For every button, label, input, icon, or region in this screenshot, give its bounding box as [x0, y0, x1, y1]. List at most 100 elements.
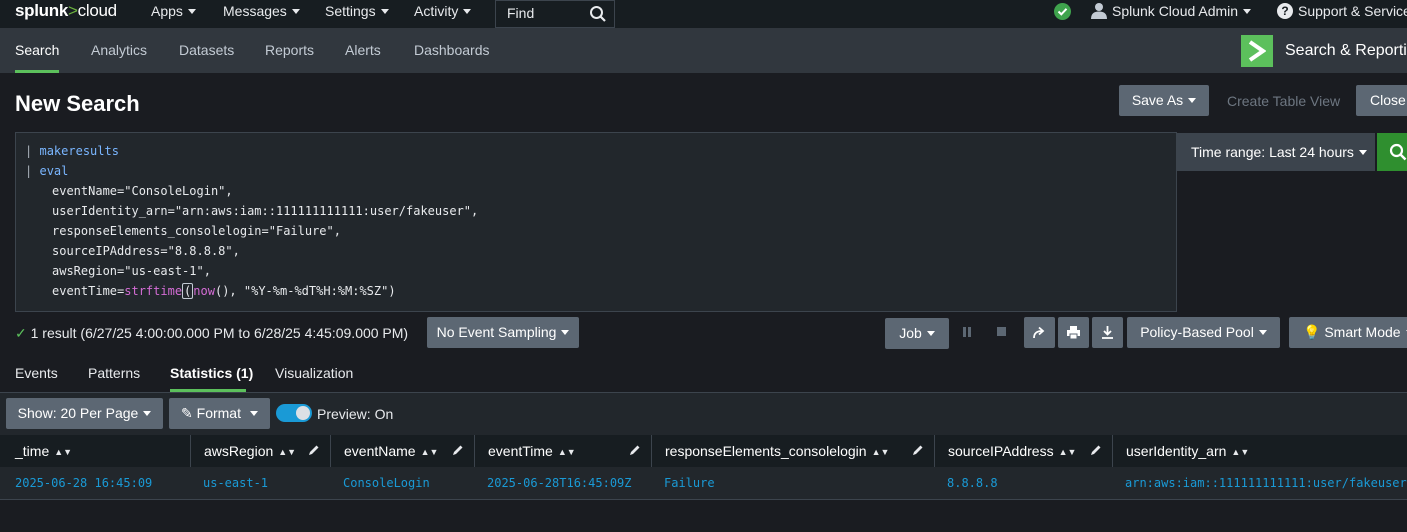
brush-icon: ✎: [181, 405, 193, 421]
nav-tab-reports[interactable]: Reports: [265, 42, 314, 58]
tab-statistics[interactable]: Statistics (1): [170, 365, 253, 381]
settings-menu[interactable]: Settings: [325, 3, 389, 19]
support-menu[interactable]: Support & Services: [1298, 3, 1407, 19]
query-line-4: userIdentity_arn="arn:aws:iam::111111111…: [52, 204, 479, 218]
nav-tab-datasets[interactable]: Datasets: [179, 42, 234, 58]
stats-table-header: _time ▲▼ awsRegion ▲▼ eventName ▲▼ eventTim…: [0, 435, 1407, 467]
chevron-down-icon: [1188, 98, 1197, 103]
policy-pool-dropdown[interactable]: Policy-Based Pool: [1127, 317, 1280, 348]
print-icon: [1067, 326, 1080, 340]
user-menu[interactable]: Splunk Cloud Admin: [1112, 3, 1252, 19]
sort-icon: ▲▼: [420, 447, 439, 457]
nav-tab-dashboards[interactable]: Dashboards: [414, 42, 490, 58]
search-icon: [1389, 143, 1407, 161]
activity-menu[interactable]: Activity: [414, 3, 472, 19]
chevron-down-icon: [1243, 9, 1252, 14]
cell-eventname[interactable]: ConsoleLogin: [343, 476, 430, 490]
nav-tab-search[interactable]: Search: [15, 42, 59, 58]
sort-icon: ▲▼: [54, 447, 73, 457]
check-icon: ✓: [15, 325, 27, 341]
splunk-cloud-logo[interactable]: splunk>cloud: [15, 1, 117, 21]
page-title: New Search: [15, 91, 140, 116]
event-sampling-dropdown[interactable]: No Event Sampling: [427, 317, 579, 348]
search-mode-dropdown[interactable]: 💡 Smart Mode: [1289, 317, 1407, 348]
pencil-icon[interactable]: [308, 444, 320, 456]
query-line-2: eval: [39, 164, 69, 178]
lightbulb-icon: 💡: [1303, 324, 1321, 340]
close-button[interactable]: Close: [1356, 85, 1407, 116]
job-menu[interactable]: Job: [885, 318, 949, 349]
preview-toggle[interactable]: [276, 404, 312, 422]
result-summary: ✓ 1 result (6/27/25 4:00:00.000 PM to 6/…: [15, 325, 409, 341]
tab-visualization[interactable]: Visualization: [275, 365, 353, 381]
chevron-down-icon: [249, 411, 258, 416]
column-header-awsregion[interactable]: awsRegion ▲▼: [191, 435, 331, 467]
column-header-sourceip[interactable]: sourceIPAddress ▲▼: [935, 435, 1113, 467]
cell-eventtime[interactable]: 2025-06-28T16:45:09Z: [487, 476, 632, 490]
tab-patterns[interactable]: Patterns: [88, 365, 140, 381]
nav-tab-alerts[interactable]: Alerts: [345, 42, 381, 58]
help-icon: ?: [1277, 3, 1293, 19]
column-header-time[interactable]: _time ▲▼: [0, 435, 191, 467]
cell-awsregion[interactable]: us-east-1: [203, 476, 268, 490]
messages-menu[interactable]: Messages: [223, 3, 300, 19]
apps-menu[interactable]: Apps: [151, 3, 196, 19]
pencil-icon[interactable]: [629, 444, 641, 456]
column-header-eventname[interactable]: eventName ▲▼: [331, 435, 475, 467]
cell-useridentity[interactable]: arn:aws:iam::111111111111:user/fakeuser: [1125, 476, 1407, 490]
sort-icon: ▲▼: [278, 447, 297, 457]
run-search-button[interactable]: [1377, 133, 1407, 171]
sort-icon: ▲▼: [1058, 447, 1077, 457]
print-button[interactable]: [1058, 317, 1089, 348]
query-line-5: responseElements_consolelogin="Failure",: [52, 224, 341, 238]
find-input[interactable]: Find: [495, 0, 615, 28]
column-header-responseelements[interactable]: responseElements_consolelogin ▲▼: [652, 435, 935, 467]
time-range-picker[interactable]: Time range: Last 24 hours: [1177, 133, 1375, 171]
cell-time[interactable]: 2025-06-28 16:45:09: [15, 476, 152, 490]
column-header-eventtime[interactable]: eventTime ▲▼: [475, 435, 652, 467]
sort-icon: ▲▼: [1231, 447, 1250, 457]
chevron-down-icon: [926, 331, 935, 336]
pause-icon[interactable]: [962, 326, 972, 338]
search-icon: [590, 6, 606, 22]
query-line-3: eventName="ConsoleLogin",: [52, 184, 233, 198]
format-dropdown[interactable]: ✎ Format: [169, 398, 270, 429]
chevron-down-icon: [1358, 150, 1367, 155]
export-button[interactable]: [1092, 317, 1123, 348]
health-status-icon[interactable]: [1054, 3, 1071, 20]
chevron-down-icon: [463, 9, 472, 14]
chevron-down-icon: [291, 9, 300, 14]
pencil-icon[interactable]: [452, 444, 464, 456]
pencil-icon[interactable]: [1090, 444, 1102, 456]
cell-sourceip[interactable]: 8.8.8.8: [947, 476, 998, 490]
stop-icon[interactable]: [996, 326, 1007, 337]
query-line-8: eventTime=strftime(now(), "%Y-%m-%dT%H:%…: [52, 283, 396, 299]
search-query-editor[interactable]: | makeresults | eval eventName="ConsoleL…: [15, 132, 1177, 312]
column-header-useridentity[interactable]: userIdentity_arn ▲▼: [1113, 435, 1407, 467]
chevron-down-icon: [561, 330, 570, 335]
create-table-view-link[interactable]: Create Table View: [1227, 93, 1340, 109]
sort-icon: ▲▼: [557, 447, 576, 457]
chevron-down-icon: [380, 9, 389, 14]
app-logo-icon: [1241, 35, 1273, 67]
query-line-6: sourceIPAddress="8.8.8.8",: [52, 244, 240, 258]
app-navbar: Search Analytics Datasets Reports Alerts…: [0, 28, 1407, 73]
chevron-down-icon: [143, 411, 152, 416]
save-as-button[interactable]: Save As: [1119, 85, 1209, 116]
sort-icon: ▲▼: [871, 447, 890, 457]
share-icon: [1033, 326, 1045, 339]
pencil-icon[interactable]: [912, 444, 924, 456]
app-title: Search & Reporting: [1285, 42, 1407, 59]
table-row: 2025-06-28 16:45:09 us-east-1 ConsoleLog…: [0, 467, 1407, 500]
download-icon: [1102, 326, 1113, 339]
tab-events[interactable]: Events: [15, 365, 58, 381]
per-page-dropdown[interactable]: Show: 20 Per Page: [6, 398, 163, 429]
user-icon: [1091, 3, 1107, 19]
query-line-1: makeresults: [39, 144, 119, 158]
share-button[interactable]: [1024, 317, 1055, 348]
query-line-7: awsRegion="us-east-1",: [52, 264, 211, 278]
active-tab-indicator: [15, 70, 59, 73]
nav-tab-analytics[interactable]: Analytics: [91, 42, 147, 58]
chevron-down-icon: [1258, 330, 1267, 335]
cell-responseelements[interactable]: Failure: [664, 476, 715, 490]
